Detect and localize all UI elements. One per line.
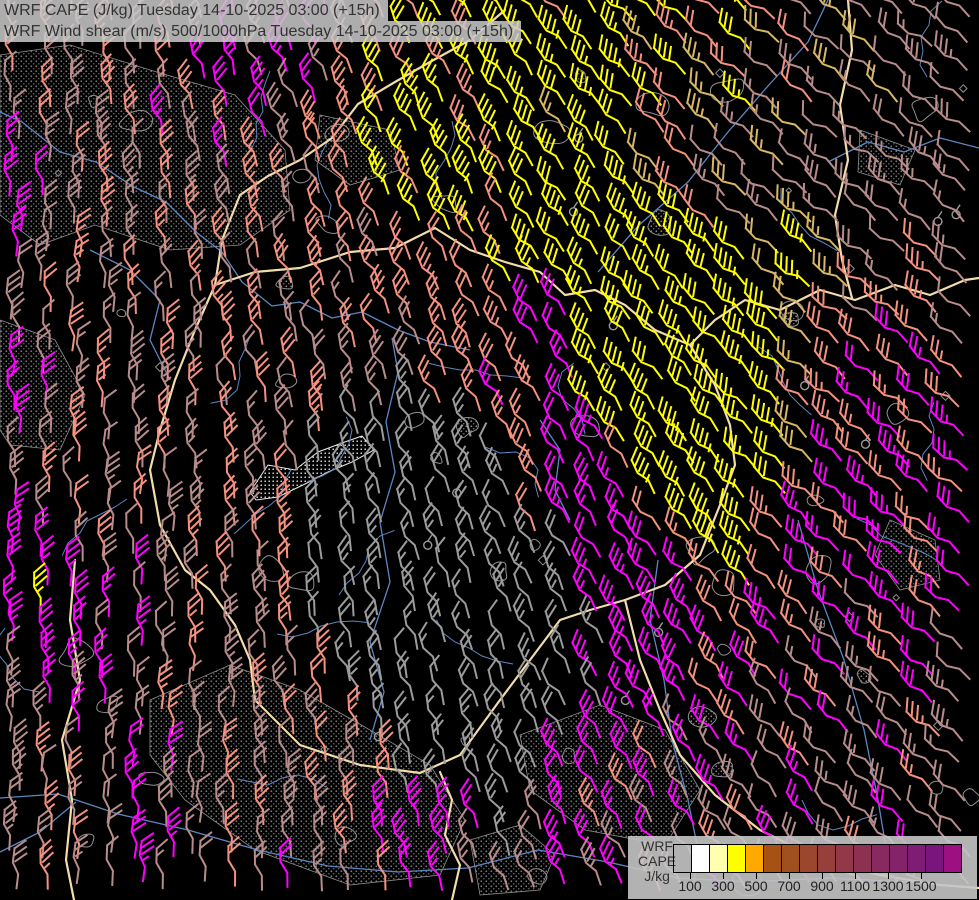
legend-swatch <box>853 844 872 873</box>
legend-swatch <box>727 844 746 873</box>
weather-map-stage: WRF CAPE (J/kg) Tuesday 14-10-2025 03:00… <box>0 0 979 900</box>
legend-swatch <box>871 844 890 873</box>
title-cape: WRF CAPE (J/kg) Tuesday 14-10-2025 03:00… <box>0 0 388 21</box>
legend-tick-label: 1500 <box>899 878 943 894</box>
legend-swatch <box>691 844 710 873</box>
legend-swatch <box>799 844 818 873</box>
legend-swatch <box>745 844 764 873</box>
legend-swatch <box>763 844 782 873</box>
cape-legend: WRFCAPEJ/kg 100300500700900110013001500 <box>628 836 977 899</box>
legend-label-line: WRF <box>638 839 676 854</box>
legend-color-scale <box>673 844 962 873</box>
legend-swatch <box>835 844 854 873</box>
legend-swatch <box>709 844 728 873</box>
legend-swatch <box>673 844 692 873</box>
legend-swatch <box>925 844 944 873</box>
legend-label-line: CAPE <box>638 854 676 869</box>
legend-swatch <box>889 844 908 873</box>
legend-swatch <box>943 844 962 873</box>
legend-swatch <box>817 844 836 873</box>
map-canvas <box>0 0 979 900</box>
legend-swatch <box>907 844 926 873</box>
title-windshear: WRF Wind shear (m/s) 500/1000hPa Tuesday… <box>0 21 521 42</box>
legend-swatch <box>781 844 800 873</box>
